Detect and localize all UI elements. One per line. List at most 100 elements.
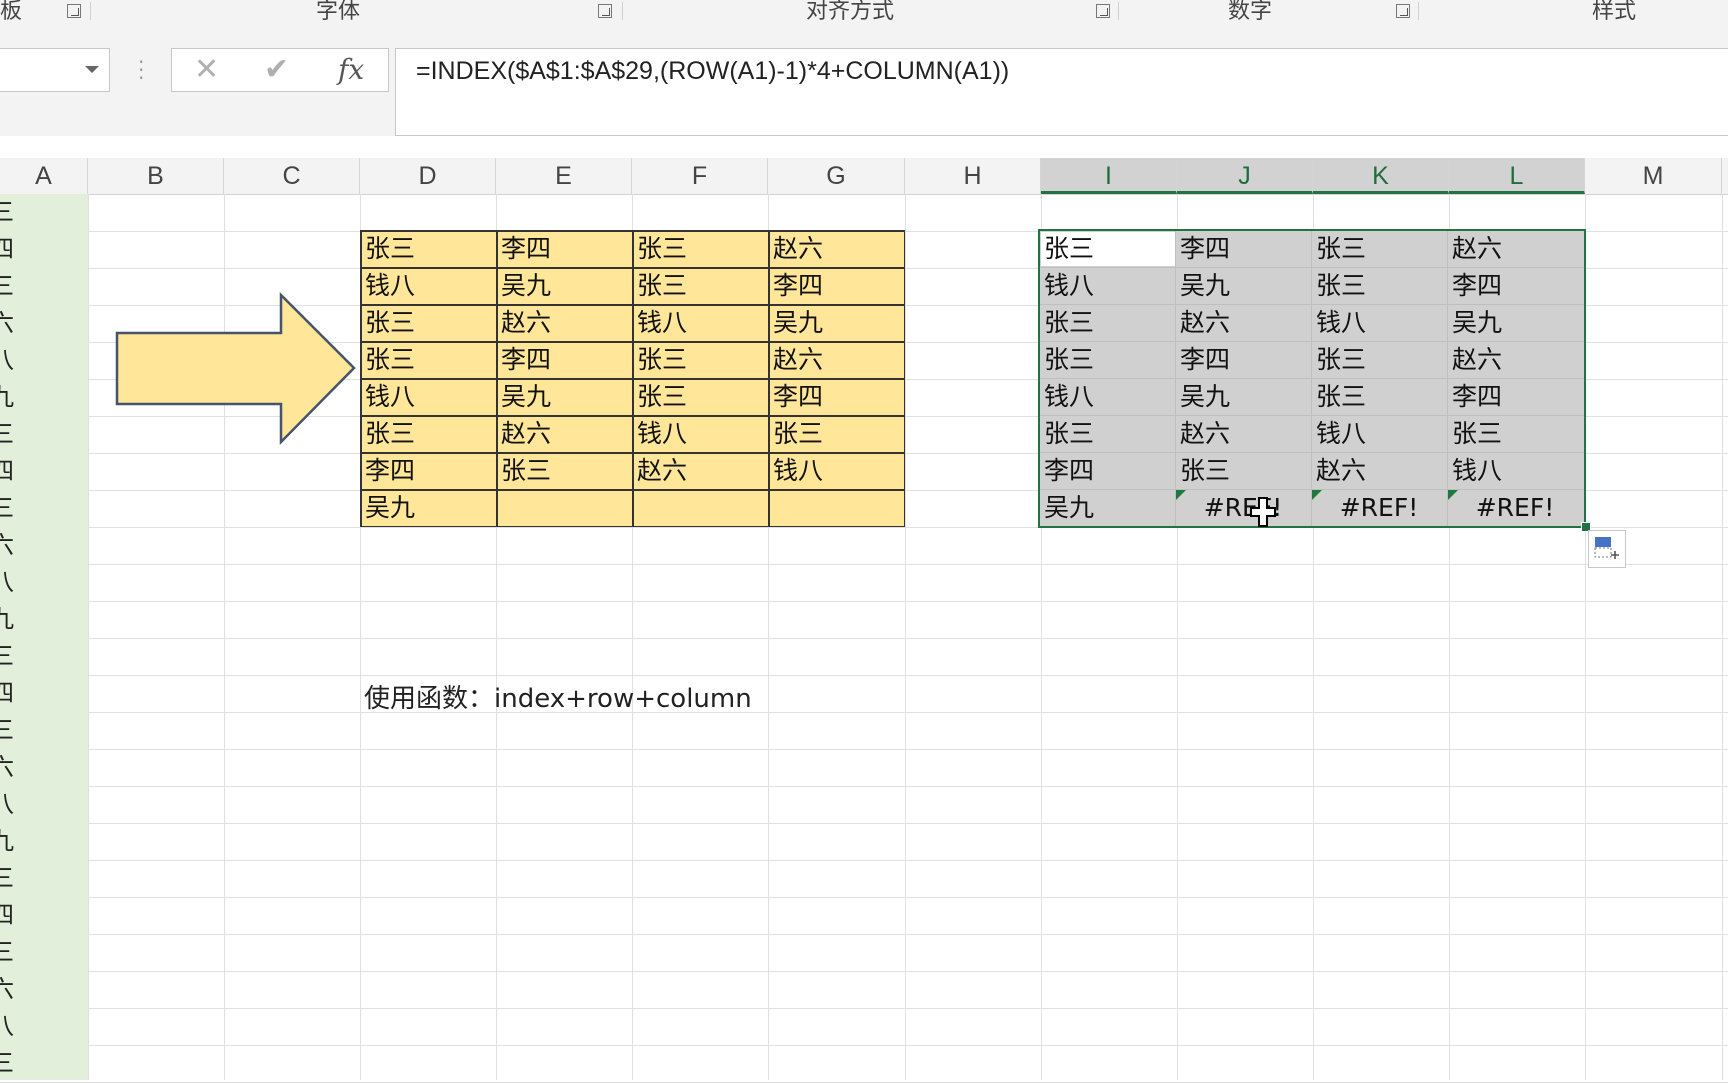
grid-line-horizontal xyxy=(0,971,1728,972)
number-dialog-launcher-icon[interactable] xyxy=(1396,4,1410,18)
column-a-cell[interactable]: 三 xyxy=(0,490,14,527)
column-a-cell[interactable]: 四 xyxy=(0,675,14,712)
column-a-cell[interactable]: 六 xyxy=(0,749,14,786)
column-a-cell[interactable]: 四 xyxy=(0,231,14,268)
column-header-l[interactable]: L xyxy=(1449,158,1585,194)
source-cell[interactable] xyxy=(768,489,905,525)
column-a-cell[interactable]: 九 xyxy=(0,601,14,638)
source-cell[interactable]: 赵六 xyxy=(496,415,632,451)
source-cell[interactable]: 李四 xyxy=(768,378,905,414)
column-a-cell[interactable]: 六 xyxy=(0,305,14,342)
column-a-cell[interactable]: 三 xyxy=(0,194,14,231)
quick-analysis-icon xyxy=(1594,537,1619,559)
column-a-cell[interactable]: 六 xyxy=(0,527,14,564)
source-cell[interactable]: 张三 xyxy=(632,230,768,266)
function-note[interactable]: 使用函数：index+row+column xyxy=(364,678,752,715)
column-a-cells[interactable]: 三四三六八九三四三六八九三四三六八九三四三六八三 xyxy=(0,194,88,1080)
clipboard-dialog-launcher-icon[interactable] xyxy=(67,4,81,18)
grid-line-vertical xyxy=(1722,194,1723,1080)
grid-line-horizontal xyxy=(0,823,1728,824)
source-cell[interactable]: 吴九 xyxy=(496,378,632,414)
source-cell[interactable]: 张三 xyxy=(360,341,496,377)
check-icon[interactable]: ✔ xyxy=(264,53,289,87)
insert-function-icon[interactable]: fx xyxy=(338,53,364,87)
ribbon-separator xyxy=(1118,2,1119,20)
source-cell[interactable]: 钱八 xyxy=(768,452,905,488)
column-a-cell[interactable]: 三 xyxy=(0,860,14,897)
column-header-k[interactable]: K xyxy=(1313,158,1449,194)
source-cell[interactable]: 钱八 xyxy=(632,415,768,451)
right-arrow-shape[interactable] xyxy=(110,290,360,450)
source-cell[interactable] xyxy=(496,489,632,525)
column-a-cell[interactable]: 八 xyxy=(0,564,14,601)
cancel-icon[interactable]: ✕ xyxy=(194,53,219,87)
column-a-cell[interactable]: 九 xyxy=(0,823,14,860)
grid-line-horizontal xyxy=(0,749,1728,750)
table-border-horizontal xyxy=(360,525,905,527)
source-cell[interactable]: 赵六 xyxy=(768,341,905,377)
column-a-cell[interactable]: 八 xyxy=(0,786,14,823)
column-a-cell[interactable]: 三 xyxy=(0,416,14,453)
column-a-cell[interactable]: 三 xyxy=(0,1045,14,1080)
column-header-m[interactable]: M xyxy=(1585,158,1722,194)
grid-line-horizontal xyxy=(0,897,1728,898)
column-header-j[interactable]: J xyxy=(1177,158,1313,194)
font-dialog-launcher-icon[interactable] xyxy=(598,4,612,18)
source-cell[interactable]: 张三 xyxy=(632,341,768,377)
column-a-cell[interactable]: 四 xyxy=(0,453,14,490)
column-a-cell[interactable]: 三 xyxy=(0,934,14,971)
ribbon-group-font: 字体 xyxy=(316,0,361,24)
column-header-c[interactable]: C xyxy=(224,158,360,194)
column-header-b[interactable]: B xyxy=(88,158,224,194)
source-cell[interactable]: 李四 xyxy=(768,267,905,303)
ribbon-group-styles: 样式 xyxy=(1592,0,1637,24)
column-header-e[interactable]: E xyxy=(496,158,632,194)
drag-handle-icon[interactable]: · · · xyxy=(138,52,144,88)
source-cell[interactable] xyxy=(632,489,768,525)
grid-line-horizontal xyxy=(0,860,1728,861)
column-header-i[interactable]: I xyxy=(1041,158,1177,194)
ribbon-bar: 板 字体 对齐方式 数字 样式 xyxy=(0,0,1728,26)
formula-text[interactable]: =INDEX($A$1:$A$29,(ROW(A1)-1)*4+COLUMN(A… xyxy=(416,57,1009,86)
alignment-dialog-launcher-icon[interactable] xyxy=(1096,4,1110,18)
column-a-cell[interactable]: 三 xyxy=(0,638,14,675)
column-a-cell[interactable]: 四 xyxy=(0,897,14,934)
source-cell[interactable]: 李四 xyxy=(496,341,632,377)
source-cell[interactable]: 张三 xyxy=(360,304,496,340)
source-cell[interactable]: 张三 xyxy=(768,415,905,451)
arrow-polygon[interactable] xyxy=(115,291,356,446)
source-cell[interactable]: 吴九 xyxy=(768,304,905,340)
column-a-cell[interactable]: 八 xyxy=(0,1008,14,1045)
column-a-cell[interactable]: 三 xyxy=(0,712,14,749)
source-cell[interactable]: 钱八 xyxy=(360,267,496,303)
quick-analysis-button[interactable] xyxy=(1588,530,1626,568)
source-cell[interactable]: 赵六 xyxy=(496,304,632,340)
column-a-cell[interactable]: 三 xyxy=(0,268,14,305)
source-cell[interactable]: 李四 xyxy=(360,452,496,488)
column-a-cell[interactable]: 六 xyxy=(0,971,14,1008)
source-cell[interactable]: 吴九 xyxy=(496,267,632,303)
name-box[interactable] xyxy=(0,48,110,92)
source-cell[interactable]: 张三 xyxy=(632,378,768,414)
grid-line-horizontal xyxy=(0,601,1728,602)
formula-input[interactable]: =INDEX($A$1:$A$29,(ROW(A1)-1)*4+COLUMN(A… xyxy=(395,48,1728,136)
source-cell[interactable]: 吴九 xyxy=(360,489,496,525)
column-a-cell[interactable]: 八 xyxy=(0,342,14,379)
source-cell[interactable]: 钱八 xyxy=(360,378,496,414)
source-cell[interactable]: 张三 xyxy=(632,267,768,303)
source-cell[interactable]: 张三 xyxy=(360,230,496,266)
chevron-down-icon[interactable] xyxy=(85,66,99,73)
source-cell[interactable]: 赵六 xyxy=(632,452,768,488)
column-header-h[interactable]: H xyxy=(905,158,1041,194)
grid-line-horizontal xyxy=(0,1008,1728,1009)
column-a-cell[interactable]: 九 xyxy=(0,379,14,416)
source-cell[interactable]: 钱八 xyxy=(632,304,768,340)
column-header-g[interactable]: G xyxy=(768,158,905,194)
column-header-a[interactable]: A xyxy=(0,158,88,194)
source-cell[interactable]: 张三 xyxy=(496,452,632,488)
source-cell[interactable]: 张三 xyxy=(360,415,496,451)
source-cell[interactable]: 李四 xyxy=(496,230,632,266)
source-cell[interactable]: 赵六 xyxy=(768,230,905,266)
column-header-d[interactable]: D xyxy=(360,158,496,194)
column-header-f[interactable]: F xyxy=(632,158,768,194)
